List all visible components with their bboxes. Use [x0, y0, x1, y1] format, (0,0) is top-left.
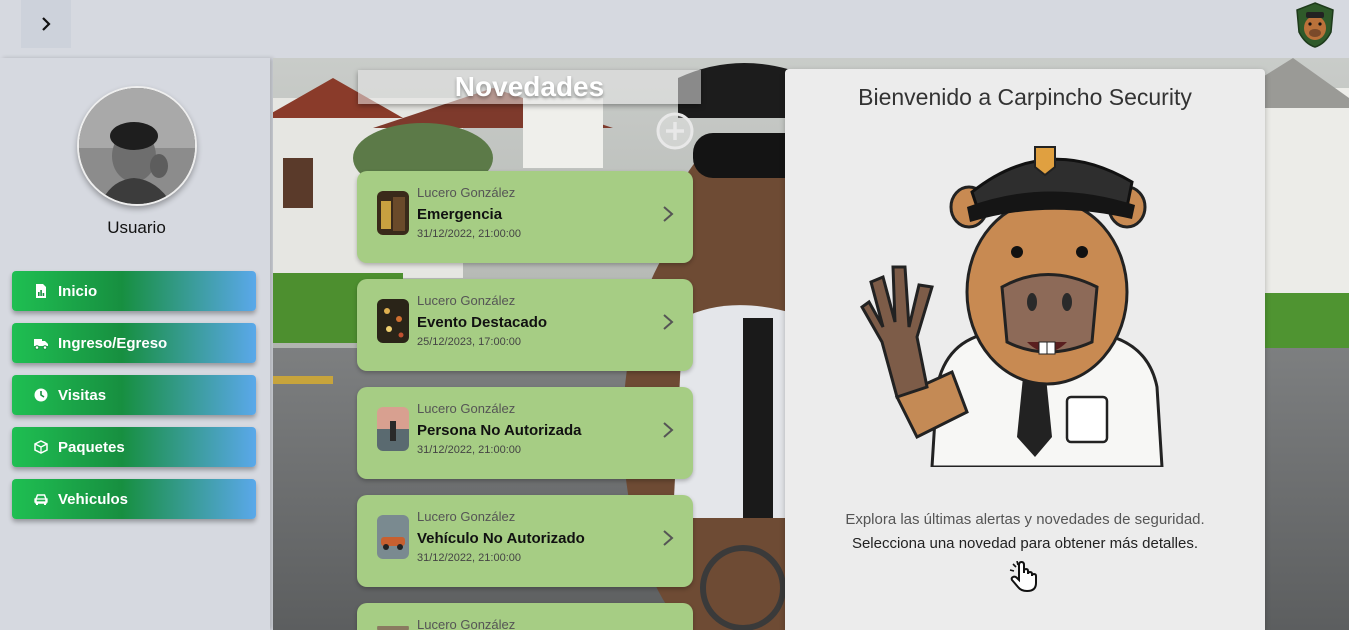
news-thumbnail	[377, 299, 409, 343]
news-card[interactable]: Lucero González Evento Destacado 25/12/2…	[357, 279, 693, 371]
news-author: Lucero González	[417, 509, 516, 524]
news-date: 31/12/2022, 21:00:00	[417, 444, 521, 456]
avatar[interactable]	[77, 86, 197, 206]
welcome-panel: Bienvenido a Carpincho Security Explora …	[785, 69, 1265, 630]
news-date: 31/12/2022, 21:00:00	[417, 228, 521, 240]
welcome-description-2: Selecciona una novedad para obtener más …	[851, 535, 1199, 552]
sidebar-item-label: Visitas	[58, 386, 107, 404]
news-card[interactable]: Lucero González Vehículo No Autorizado 3…	[357, 495, 693, 587]
top-bar	[0, 0, 1349, 58]
news-title: Novedades	[454, 71, 605, 102]
news-title-box: Novedades	[358, 70, 701, 104]
sidebar-item-inicio[interactable]: Inicio	[12, 271, 256, 311]
news-thumbnail	[377, 407, 409, 451]
news-card[interactable]: Lucero González Emergencia 31/12/2022, 2…	[357, 171, 693, 263]
chart-file-icon	[34, 284, 48, 298]
clock-icon	[34, 388, 48, 402]
news-date: 25/12/2023, 17:00:00	[417, 336, 521, 348]
news-author: Lucero González	[417, 617, 516, 630]
box-icon	[34, 440, 48, 454]
capybara-mascot-image	[857, 137, 1193, 469]
sidebar-nav: Inicio Ingreso/Egreso Visitas Paquetes V…	[12, 271, 256, 531]
sidebar-item-ingreso-egreso[interactable]: Ingreso/Egreso	[12, 323, 256, 363]
news-author: Lucero González	[417, 401, 516, 416]
sidebar: Usuario Inicio Ingreso/Egreso Visitas Pa…	[0, 58, 270, 630]
news-thumbnail	[377, 623, 409, 630]
pointing-hand-icon	[1009, 560, 1037, 593]
welcome-description-1: Explora las últimas alertas y novedades …	[845, 511, 1205, 528]
plus-circle-icon	[656, 112, 694, 150]
news-date: 31/12/2022, 21:00:00	[417, 552, 521, 564]
sidebar-item-label: Inicio	[58, 282, 98, 300]
news-title-text: Evento Destacado	[417, 314, 548, 331]
news-title-text: Emergencia	[417, 206, 503, 223]
truck-icon	[34, 336, 48, 350]
user-label: Usuario	[107, 218, 166, 237]
chevron-right-icon	[663, 422, 674, 438]
carpincho-badge-icon[interactable]	[1295, 2, 1335, 48]
news-title-text: Persona No Autorizada	[417, 422, 582, 439]
news-title-text: Vehículo No Autorizado	[417, 530, 585, 547]
news-thumbnail	[377, 191, 409, 235]
news-thumbnail	[377, 515, 409, 559]
chevron-right-icon	[663, 206, 674, 222]
sidebar-item-visitas[interactable]: Visitas	[12, 375, 256, 415]
chevron-right-icon	[663, 314, 674, 330]
car-icon	[34, 492, 48, 506]
news-author: Lucero González	[417, 185, 516, 200]
sidebar-item-label: Paquetes	[58, 438, 125, 456]
news-card[interactable]: Lucero González Persona No Autorizada 31…	[357, 387, 693, 479]
sidebar-item-label: Vehiculos	[58, 490, 129, 508]
sidebar-toggle-button[interactable]	[21, 0, 71, 48]
add-news-button[interactable]	[655, 111, 695, 151]
sidebar-item-label: Ingreso/Egreso	[58, 334, 168, 352]
welcome-title: Bienvenido a Carpincho Security	[858, 84, 1192, 110]
news-card[interactable]: Lucero González	[357, 603, 693, 630]
sidebar-item-vehiculos[interactable]: Vehiculos	[12, 479, 256, 519]
chevron-right-icon	[663, 530, 674, 546]
news-author: Lucero González	[417, 293, 516, 308]
sidebar-item-paquetes[interactable]: Paquetes	[12, 427, 256, 467]
chevron-right-icon	[42, 17, 51, 31]
